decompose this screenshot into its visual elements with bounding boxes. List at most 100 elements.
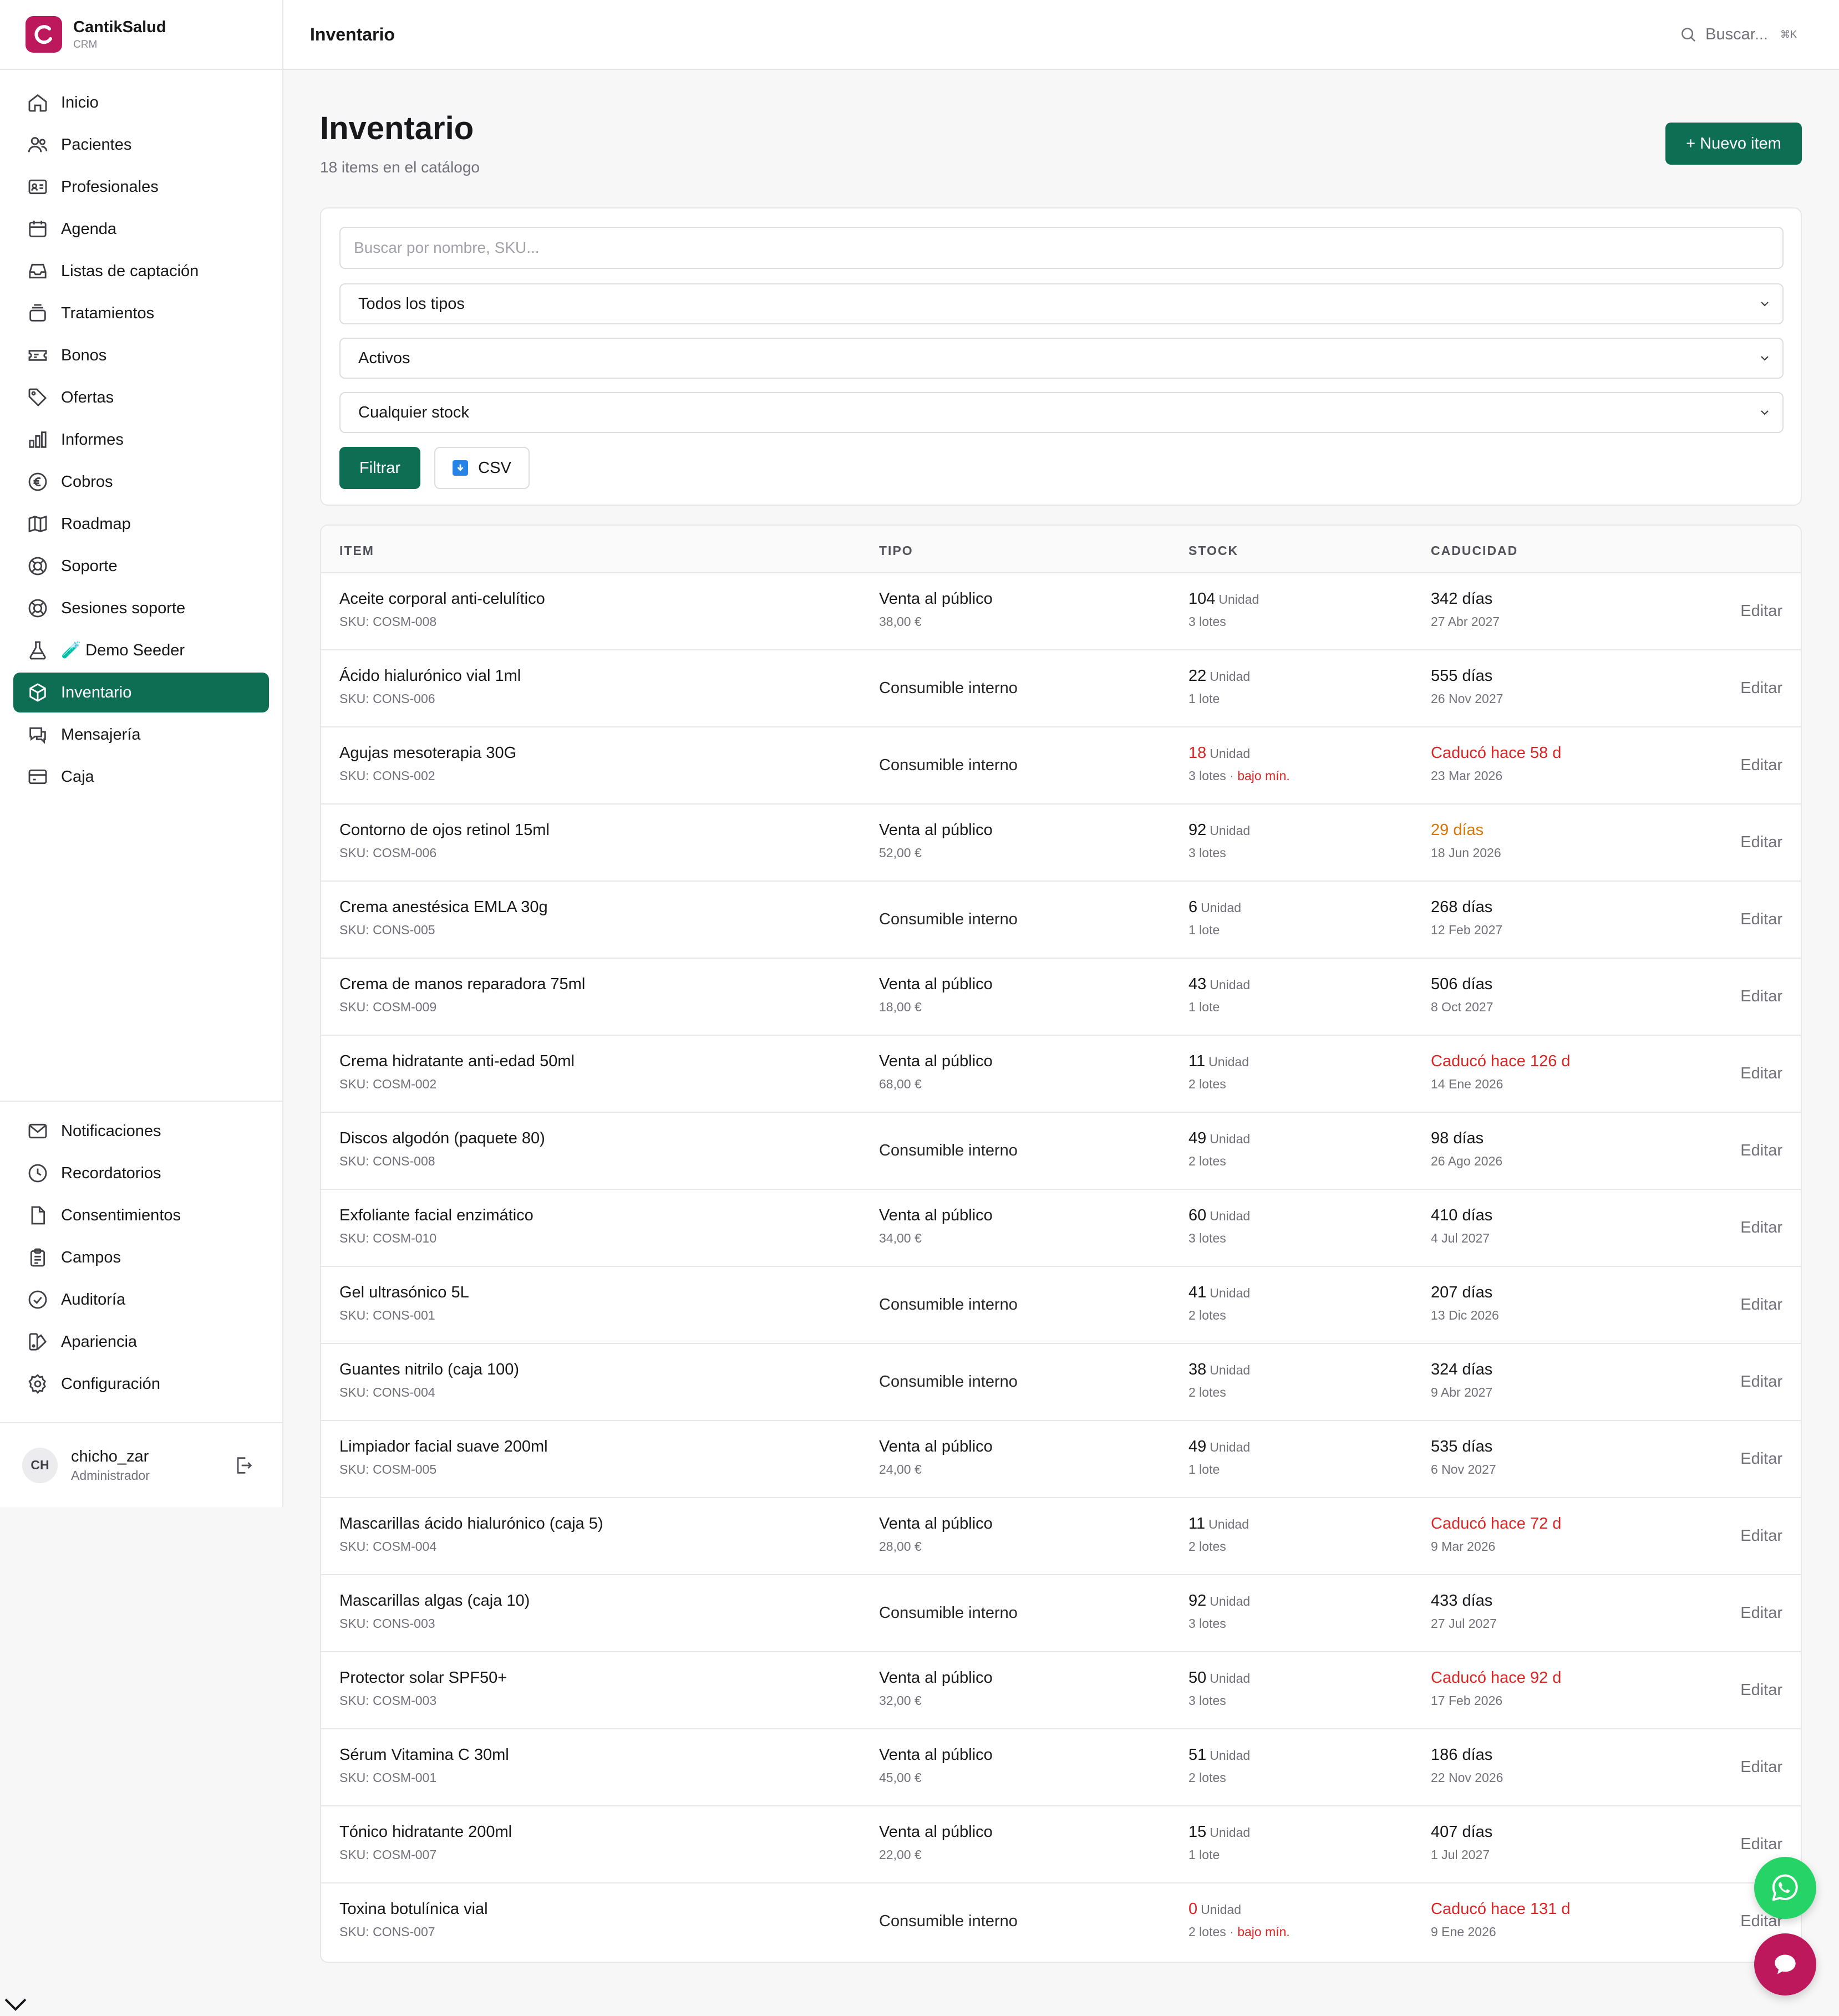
item-price: 45,00 € xyxy=(879,1770,922,1785)
edit-link[interactable]: Editar xyxy=(1740,1527,1782,1545)
edit-link[interactable]: Editar xyxy=(1740,1296,1782,1314)
sidebar-item-campos[interactable]: Campos xyxy=(13,1238,269,1277)
csv-export-button[interactable]: CSV xyxy=(434,447,530,489)
stock-unit: Unidad xyxy=(1210,823,1251,838)
sidebar-item-inventario[interactable]: Inventario xyxy=(13,673,269,712)
table-row[interactable]: Guantes nitrilo (caja 100) SKU: CONS-004 C… xyxy=(321,1344,1801,1421)
edit-link[interactable]: Editar xyxy=(1740,1758,1782,1776)
edit-link[interactable]: Editar xyxy=(1740,833,1782,852)
sidebar-item-bonos[interactable]: Bonos xyxy=(13,335,269,375)
secondary-nav: Notificaciones Recordatorios Consentimie… xyxy=(0,1101,282,1406)
sidebar-item-caja[interactable]: Caja xyxy=(13,757,269,797)
edit-link[interactable]: Editar xyxy=(1740,1681,1782,1699)
table-row[interactable]: Crema anestésica EMLA 30g SKU: CONS-005 Co… xyxy=(321,882,1801,959)
stock-unit: Unidad xyxy=(1208,1055,1249,1069)
edit-link[interactable]: Editar xyxy=(1740,756,1782,775)
table-row[interactable]: Aceite corporal anti-celulítico SKU: COSM… xyxy=(321,573,1801,650)
edit-link[interactable]: Editar xyxy=(1740,1065,1782,1083)
table-row[interactable]: Tónico hidratante 200ml SKU: COSM-007 Vent… xyxy=(321,1806,1801,1883)
search-icon xyxy=(1679,25,1698,44)
table-row[interactable]: Gel ultrasónico 5L SKU: CONS-001 Consumibl… xyxy=(321,1267,1801,1344)
sidebar-item-sesiones-soporte[interactable]: Sesiones soporte xyxy=(13,588,269,628)
sidebar-item-mensajeria[interactable]: Mensajería xyxy=(13,715,269,755)
sidebar-item-roadmap[interactable]: Roadmap xyxy=(13,504,269,544)
sidebar-item-informes[interactable]: Informes xyxy=(13,420,269,460)
lifebuoy-icon xyxy=(27,555,49,577)
sidebar-item-label: Inventario xyxy=(61,683,132,701)
type-select[interactable]: Todos los tipos xyxy=(339,283,1784,324)
table-row[interactable]: Protector solar SPF50+ SKU: COSM-003 Venta… xyxy=(321,1652,1801,1729)
sidebar-item-demo-seeder[interactable]: 🧪 Demo Seeder xyxy=(13,630,269,670)
sidebar-item-pacientes[interactable]: Pacientes xyxy=(13,125,269,165)
stock-select[interactable]: Cualquier stock xyxy=(339,392,1784,433)
edit-link[interactable]: Editar xyxy=(1740,987,1782,1006)
edit-link[interactable]: Editar xyxy=(1740,910,1782,929)
edit-link[interactable]: Editar xyxy=(1740,602,1782,620)
support-chat-button[interactable] xyxy=(1754,1933,1816,1995)
table-body: Aceite corporal anti-celulítico SKU: COSM… xyxy=(321,573,1801,1961)
expiry-status: 186 días xyxy=(1431,1746,1493,1764)
sidebar-item-inicio[interactable]: Inicio xyxy=(13,83,269,123)
sidebar-item-notificaciones[interactable]: Notificaciones xyxy=(13,1111,269,1151)
brand[interactable]: CantikSalud CRM xyxy=(0,0,282,70)
sidebar-item-label: Informes xyxy=(61,430,124,449)
table-row[interactable]: Crema de manos reparadora 75ml SKU: COSM-… xyxy=(321,959,1801,1036)
table-row[interactable]: Crema hidratante anti-edad 50ml SKU: COSM… xyxy=(321,1036,1801,1113)
item-name: Contorno de ojos retinol 15ml xyxy=(339,821,550,839)
file-icon xyxy=(27,1204,49,1226)
sidebar-item-apariencia[interactable]: Apariencia xyxy=(13,1322,269,1362)
table-row[interactable]: Sérum Vitamina C 30ml SKU: COSM-001 Venta … xyxy=(321,1729,1801,1806)
chevron-down-icon[interactable] xyxy=(2,1996,29,2013)
new-item-button[interactable]: + Nuevo item xyxy=(1665,123,1802,165)
edit-link[interactable]: Editar xyxy=(1740,1450,1782,1468)
table-row[interactable]: Mascarillas ácido hialurónico (caja 5) SK… xyxy=(321,1498,1801,1575)
global-search-button[interactable]: Buscar... ⌘K xyxy=(1679,25,1797,44)
table-row[interactable]: Contorno de ojos retinol 15ml SKU: COSM-0… xyxy=(321,805,1801,882)
edit-link[interactable]: Editar xyxy=(1740,1373,1782,1391)
sidebar-item-profesionales[interactable]: Profesionales xyxy=(13,167,269,207)
edit-link[interactable]: Editar xyxy=(1740,1219,1782,1237)
sidebar-item-label: Ofertas xyxy=(61,388,114,406)
edit-link[interactable]: Editar xyxy=(1740,1835,1782,1854)
sidebar-item-listas-captacion[interactable]: Listas de captación xyxy=(13,251,269,291)
sidebar-item-ofertas[interactable]: Ofertas xyxy=(13,378,269,418)
item-sku: SKU: COSM-006 xyxy=(339,846,437,860)
sidebar-item-soporte[interactable]: Soporte xyxy=(13,546,269,586)
table-row[interactable]: Toxina botulínica vial SKU: CONS-007 Consu… xyxy=(321,1883,1801,1961)
sidebar-item-auditoria[interactable]: Auditoría xyxy=(13,1280,269,1320)
item-name: Aceite corporal anti-celulítico xyxy=(339,590,545,608)
expiry-date: 27 Jul 2027 xyxy=(1431,1616,1497,1631)
filter-button[interactable]: Filtrar xyxy=(339,447,420,489)
stock-unit: Unidad xyxy=(1208,1517,1249,1531)
item-name: Agujas mesoterapia 30G xyxy=(339,744,517,762)
sidebar-item-tratamientos[interactable]: Tratamientos xyxy=(13,293,269,333)
status-select[interactable]: Activos xyxy=(339,338,1784,379)
table-row[interactable]: Exfoliante facial enzimático SKU: COSM-01… xyxy=(321,1190,1801,1267)
sidebar-item-agenda[interactable]: Agenda xyxy=(13,209,269,249)
avatar: CH xyxy=(22,1447,58,1483)
logout-icon[interactable] xyxy=(232,1454,255,1477)
user-profile[interactable]: CH chicho_zar Administrador xyxy=(0,1422,282,1507)
edit-link[interactable]: Editar xyxy=(1740,679,1782,698)
table-row[interactable]: Limpiador facial suave 200ml SKU: COSM-00… xyxy=(321,1421,1801,1498)
stock-quantity: 22 xyxy=(1188,667,1207,685)
status-select-value: Activos xyxy=(358,349,410,367)
stock-lots: 2 lotes xyxy=(1188,1770,1226,1785)
table-row[interactable]: Agujas mesoterapia 30G SKU: CONS-002 Consu… xyxy=(321,727,1801,805)
sidebar-item-configuracion[interactable]: Configuración xyxy=(13,1364,269,1404)
table-row[interactable]: Ácido hialurónico vial 1ml SKU: CONS-006 C… xyxy=(321,650,1801,727)
edit-link[interactable]: Editar xyxy=(1740,1142,1782,1160)
page-title: Inventario xyxy=(320,110,474,146)
table-row[interactable]: Mascarillas algas (caja 10) SKU: CONS-003… xyxy=(321,1575,1801,1652)
stock-quantity: 49 xyxy=(1188,1129,1207,1147)
sidebar-item-consentimientos[interactable]: Consentimientos xyxy=(13,1195,269,1235)
table-row[interactable]: Discos algodón (paquete 80) SKU: CONS-008… xyxy=(321,1113,1801,1190)
edit-link[interactable]: Editar xyxy=(1740,1604,1782,1622)
whatsapp-button[interactable] xyxy=(1754,1857,1816,1919)
sidebar-item-cobros[interactable]: Cobros xyxy=(13,462,269,502)
stock-quantity: 41 xyxy=(1188,1284,1207,1301)
sidebar-item-recordatorios[interactable]: Recordatorios xyxy=(13,1153,269,1193)
item-name: Guantes nitrilo (caja 100) xyxy=(339,1361,519,1378)
search-input[interactable] xyxy=(339,227,1784,269)
clipboard-icon xyxy=(27,1246,49,1269)
